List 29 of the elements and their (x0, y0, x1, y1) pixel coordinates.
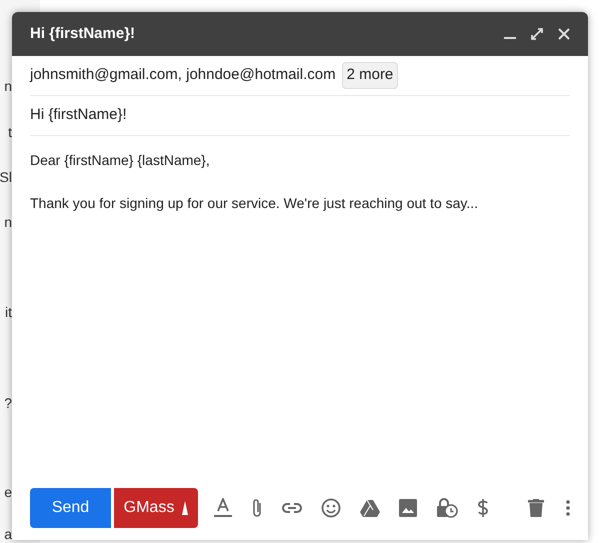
background-text: n (4, 77, 12, 96)
window-title: Hi {firstName}! (30, 24, 136, 44)
background-text: a (4, 525, 12, 543)
background-text: ? (4, 394, 12, 413)
subject-field[interactable]: Hi {firstName}! (30, 104, 127, 127)
drive-icon[interactable] (360, 499, 380, 517)
lock-clock-icon[interactable] (436, 498, 458, 518)
background-text: it (5, 303, 12, 322)
triangle-icon (182, 501, 188, 515)
background-text: Sl (0, 168, 12, 187)
smiley-icon[interactable] (321, 498, 341, 518)
close-icon[interactable] (558, 28, 570, 40)
link-icon[interactable] (282, 502, 302, 514)
background-text: e (4, 483, 12, 502)
image-icon[interactable] (399, 499, 417, 517)
trash-icon[interactable] (528, 499, 544, 517)
background-text: n (4, 213, 12, 232)
more-options-icon[interactable] (566, 500, 570, 516)
paperclip-icon[interactable] (251, 498, 263, 518)
more-recipients-chip[interactable]: 2 more (342, 62, 398, 89)
send-button[interactable]: Send (30, 488, 111, 528)
text-format-icon[interactable] (214, 498, 232, 518)
recipients-text: johnsmith@gmail.com, johndoe@hotmail.com (30, 65, 336, 86)
background-text: t (8, 123, 12, 142)
body-paragraph: Thank you for signing up for our service. We're just reaching out to say... (30, 194, 480, 213)
body-paragraph: Dear {firstName} {lastName}, (30, 151, 211, 170)
dollar-icon[interactable] (477, 498, 489, 518)
gmass-button[interactable]: GMass (114, 488, 198, 528)
expand-icon[interactable] (530, 27, 544, 41)
